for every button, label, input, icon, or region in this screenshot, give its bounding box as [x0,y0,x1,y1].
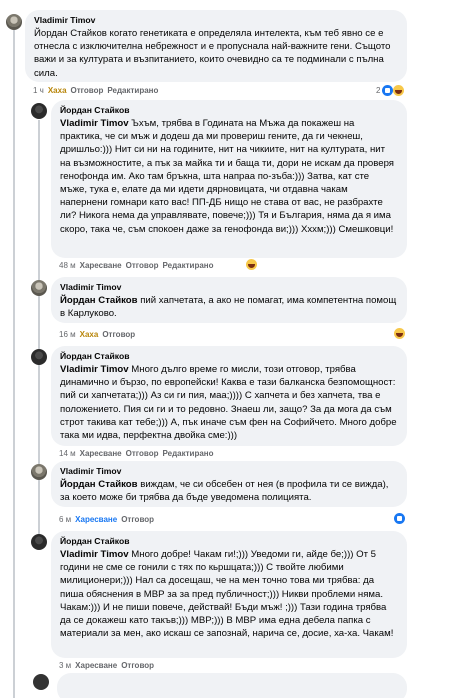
avatar[interactable] [31,464,47,480]
react-button[interactable]: Харесване [80,449,122,458]
like-icon [382,85,394,96]
reaction-summary[interactable]: 2 [376,84,405,97]
laugh-icon [246,259,257,270]
comment-bubble: Йордан Стайков Vladimir Timov Много дълг… [51,346,407,446]
comment-bubble: Йордан Стайков Vladimir Timov Ъхъм, тряб… [51,100,407,258]
edited-label: Редактирано [162,261,214,270]
comment-author[interactable]: Йордан Стайков [60,351,398,362]
comment-author[interactable]: Vladimir Timov [60,282,398,293]
reply-button[interactable]: Отговор [71,86,104,95]
react-button[interactable]: Хаха [80,330,99,339]
comment-author[interactable]: Йордан Стайков [60,105,398,116]
laugh-icon [393,85,405,96]
avatar[interactable] [31,280,47,296]
mention-link[interactable]: Йордан Стайков [60,295,138,306]
mention-link[interactable]: Vladimir Timov [60,118,129,129]
like-icon [394,513,405,524]
laugh-icon [394,328,405,339]
comment-time[interactable]: 1 ч [33,86,44,95]
comment-text: Много дълго време го мисли, този отговор… [60,364,397,442]
comment-text: Много добре! Чакам ги!;))) Уведоми ги, а… [60,549,394,640]
react-button[interactable]: Хаха [48,86,67,95]
comment-time[interactable]: 6 м [59,515,71,524]
thread-line-root [13,30,15,698]
comment-bubble: Vladimir Timov Йордан Стайков виждам, че… [51,461,407,507]
reaction-summary[interactable] [394,327,405,340]
comment-actions: 14 м Харесване Отговор Редактирано [59,449,218,458]
reply-button[interactable]: Отговор [121,515,154,524]
comment-author[interactable]: Йордан Стайков [60,536,398,547]
reaction-summary[interactable] [394,512,405,525]
comment-time[interactable]: 48 м [59,261,76,270]
comment-actions: 6 м Харесване Отговор [59,515,158,524]
reply-button[interactable]: Отговор [102,330,135,339]
reaction-count: 2 [376,86,381,95]
reply-button[interactable]: Отговор [126,449,159,458]
mention-link[interactable]: Vladimir Timov [60,364,129,375]
comment-author[interactable]: Vladimir Timov [60,466,398,477]
reaction-summary[interactable] [246,258,257,271]
comment-bubble: Vladimir Timov Йордан Стайков пий хапчет… [51,277,407,323]
comment-text: Йордан Стайков когато генетиката е опред… [34,28,391,79]
mention-link[interactable]: Йордан Стайков [60,479,138,490]
comment-actions: 48 м Харесване Отговор Редактирано [59,261,218,270]
avatar[interactable] [31,349,47,365]
reply-button[interactable]: Отговор [126,261,159,270]
avatar[interactable] [31,534,47,550]
comment-author[interactable]: Vladimir Timov [34,15,398,26]
comment-actions: 16 м Хаха Отговор [59,330,139,339]
react-button[interactable]: Харесване [75,515,117,524]
comment-time[interactable]: 16 м [59,330,76,339]
comment-bubble [57,673,407,698]
reply-button[interactable]: Отговор [121,661,154,670]
avatar[interactable] [6,14,22,30]
comment-bubble: Vladimir Timov Йордан Стайков когато ген… [25,10,407,82]
comment-bubble: Йордан Стайков Vladimir Timov Много добр… [51,531,407,658]
comment-time[interactable]: 3 м [59,661,71,670]
comment-time[interactable]: 14 м [59,449,76,458]
comment-actions: 1 ч Хаха Отговор Редактирано [33,86,162,95]
avatar[interactable] [33,674,49,690]
avatar[interactable] [31,103,47,119]
edited-label: Редактирано [107,86,159,95]
comment-text: Ъхъм, трябва в Годината на Мъжа да покаж… [60,118,395,235]
mention-link[interactable]: Vladimir Timov [60,549,129,560]
comment-actions: 3 м Харесване Отговор [59,661,158,670]
react-button[interactable]: Харесване [80,261,122,270]
edited-label: Редактирано [162,449,214,458]
react-button[interactable]: Харесване [75,661,117,670]
